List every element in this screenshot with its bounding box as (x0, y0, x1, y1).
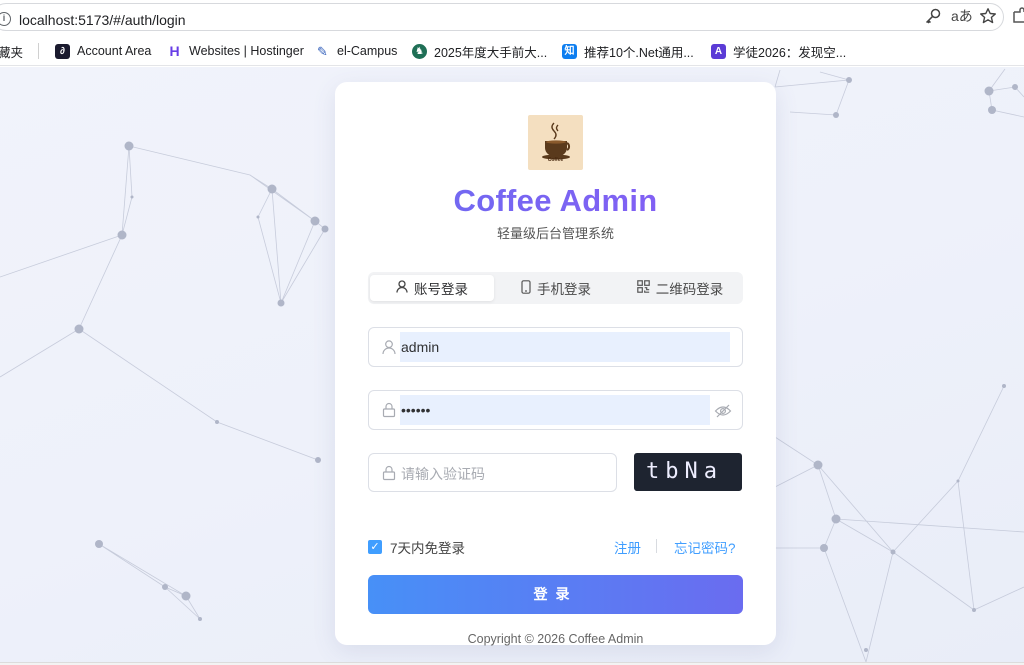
bookmark-label: 藏夹 (0, 45, 24, 60)
bookmark-hostinger[interactable]: H Websites | Hostinger (167, 42, 304, 60)
zhihu-icon: 知 (562, 43, 577, 59)
password-input[interactable]: •••••• (400, 395, 710, 425)
translate-icon[interactable]: aあ (951, 7, 973, 25)
login-method-tabs: 账号登录 手机登录 二维码登录 (368, 272, 743, 304)
qrcode-icon (636, 280, 650, 296)
tab-qrcode-login[interactable]: 二维码登录 (618, 275, 742, 301)
login-page: Coffee Coffee Admin 轻量级后台管理系统 账号登录 手机登录 (0, 67, 1024, 662)
password-field[interactable]: •••••• (368, 390, 743, 430)
user-icon (382, 340, 396, 355)
tab-label: 账号登录 (414, 282, 468, 297)
app-title: Coffee Admin (335, 183, 776, 219)
remember-label: 7天内免登录 (390, 541, 466, 556)
user-icon (396, 280, 408, 296)
key-icon[interactable] (924, 7, 942, 30)
hostinger-icon: H (167, 43, 182, 59)
otemae-icon: ♞ (412, 43, 427, 59)
bookmark-label: Websites | Hostinger (189, 44, 304, 58)
forgot-password-link[interactable]: 忘记密码? (674, 537, 736, 557)
mobile-icon (521, 279, 531, 297)
lock-icon (382, 402, 396, 418)
remember-me[interactable]: ✓ 7天内免登录 (368, 537, 465, 557)
browser-address-bar: i localhost:5173/#/auth/login aあ (0, 0, 1024, 34)
bookmark-label: el-Campus (337, 44, 398, 58)
bookmark-label: 2025年度大手前大... (434, 45, 548, 60)
tab-account-login[interactable]: 账号登录 (370, 275, 494, 301)
captcha-text: tbNa (646, 459, 723, 484)
captcha-field[interactable]: 请输入验证码 (368, 453, 617, 492)
bookmark-label: Account Area (77, 44, 152, 58)
hostinger-account-icon: ∂ (55, 43, 70, 59)
username-field[interactable]: admin (368, 327, 743, 367)
app-a-icon: A (711, 43, 726, 59)
el-campus-icon: ✎ (315, 43, 330, 59)
bookmark-account-area[interactable]: ∂ Account Area (55, 42, 151, 60)
app-subtitle: 轻量级后台管理系统 (496, 226, 614, 241)
site-info-icon[interactable]: i (0, 12, 11, 26)
bookmark-label: 学徒2026：发现空... (733, 45, 847, 60)
url-text[interactable]: localhost:5173/#/auth/login (19, 12, 186, 28)
links-divider (656, 539, 657, 553)
username-input[interactable]: admin (400, 332, 730, 362)
bookmarks-divider (38, 43, 39, 59)
omnibox[interactable]: i localhost:5173/#/auth/login (0, 3, 1004, 31)
coffee-logo: Coffee (528, 115, 583, 170)
bookmarks-bar: 藏夹 ∂ Account Area H Websites | Hostinger… (0, 34, 1024, 66)
logo-caption: Coffee (547, 157, 564, 163)
captcha-image[interactable]: tbNa (634, 453, 742, 491)
captcha-input[interactable]: 请输入验证码 (401, 464, 485, 484)
bookmark-el-campus[interactable]: ✎ el-Campus (315, 42, 397, 60)
login-card: Coffee Coffee Admin 轻量级后台管理系统 账号登录 手机登录 (335, 82, 776, 646)
bookmark-zhihu[interactable]: 知 推荐10个.Net通用... (562, 42, 694, 60)
tab-label: 手机登录 (537, 282, 591, 297)
star-icon[interactable] (979, 7, 997, 30)
register-link[interactable]: 注册 (614, 537, 641, 557)
tab-label: 二维码登录 (655, 282, 724, 297)
eye-off-icon[interactable] (714, 402, 732, 420)
tab-phone-login[interactable]: 手机登录 (494, 275, 618, 301)
extensions-icon[interactable] (1012, 7, 1024, 30)
checkbox-checked-icon[interactable]: ✓ (368, 540, 382, 554)
bookmark-label: 推荐10个.Net通用... (584, 45, 694, 60)
bookmark-app-a[interactable]: A 学徒2026：发现空... (711, 42, 846, 60)
copyright-text: Copyright © 2026 Coffee Admin (467, 632, 644, 646)
bookmark-otemae[interactable]: ♞ 2025年度大手前大... (412, 42, 547, 60)
bookmark-folder[interactable]: 藏夹 (0, 42, 23, 60)
lock-icon (382, 465, 396, 481)
login-button[interactable]: 登录 (368, 575, 743, 614)
